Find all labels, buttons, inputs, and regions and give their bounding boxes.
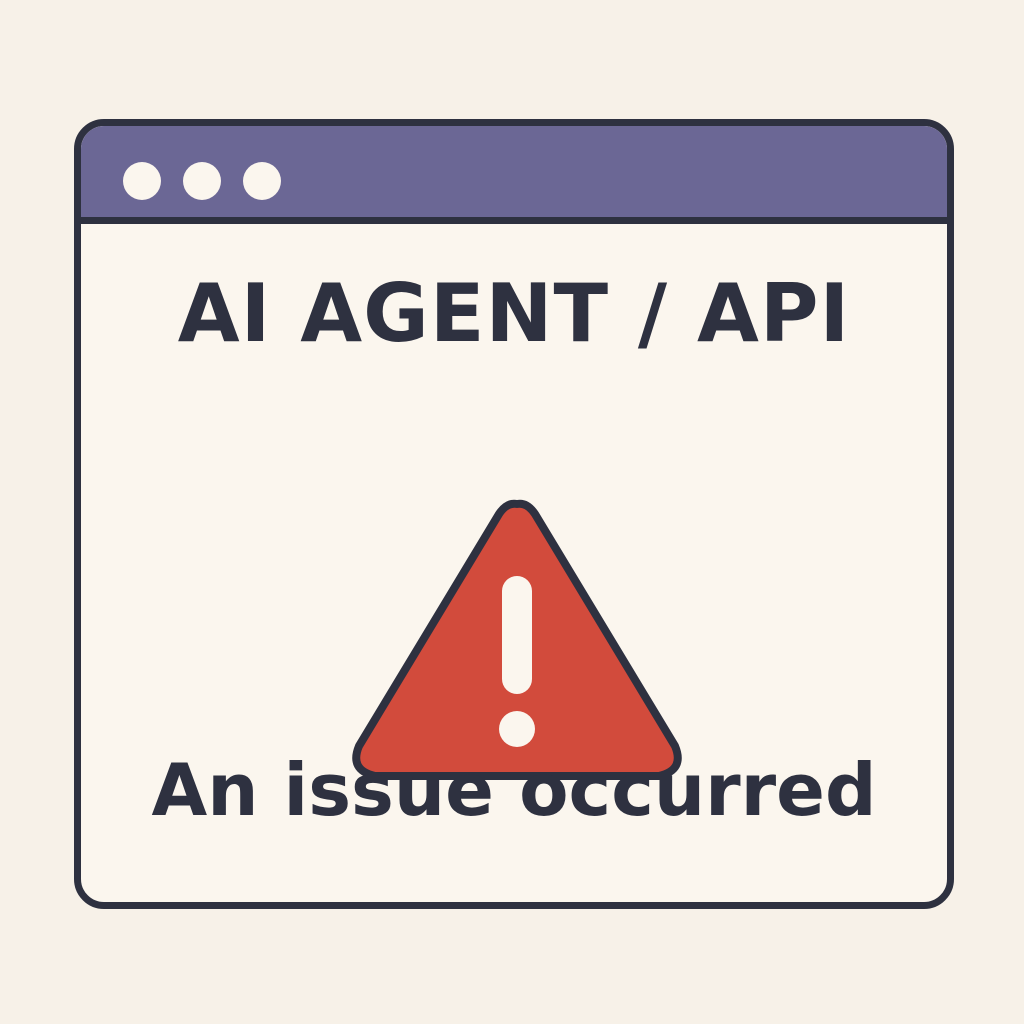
error-window: AI AGENT / API An issue occurred xyxy=(74,119,954,909)
window-control-dot-3[interactable] xyxy=(243,162,281,200)
window-body: AI AGENT / API An issue occurred xyxy=(81,224,947,902)
window-titlebar xyxy=(81,126,947,224)
exclamation-dot xyxy=(499,711,535,747)
exclamation-bar xyxy=(502,576,532,694)
window-control-dot-2[interactable] xyxy=(183,162,221,200)
window-control-dot-1[interactable] xyxy=(123,162,161,200)
window-heading: AI AGENT / API xyxy=(177,267,851,360)
error-message: An issue occurred xyxy=(151,748,877,832)
